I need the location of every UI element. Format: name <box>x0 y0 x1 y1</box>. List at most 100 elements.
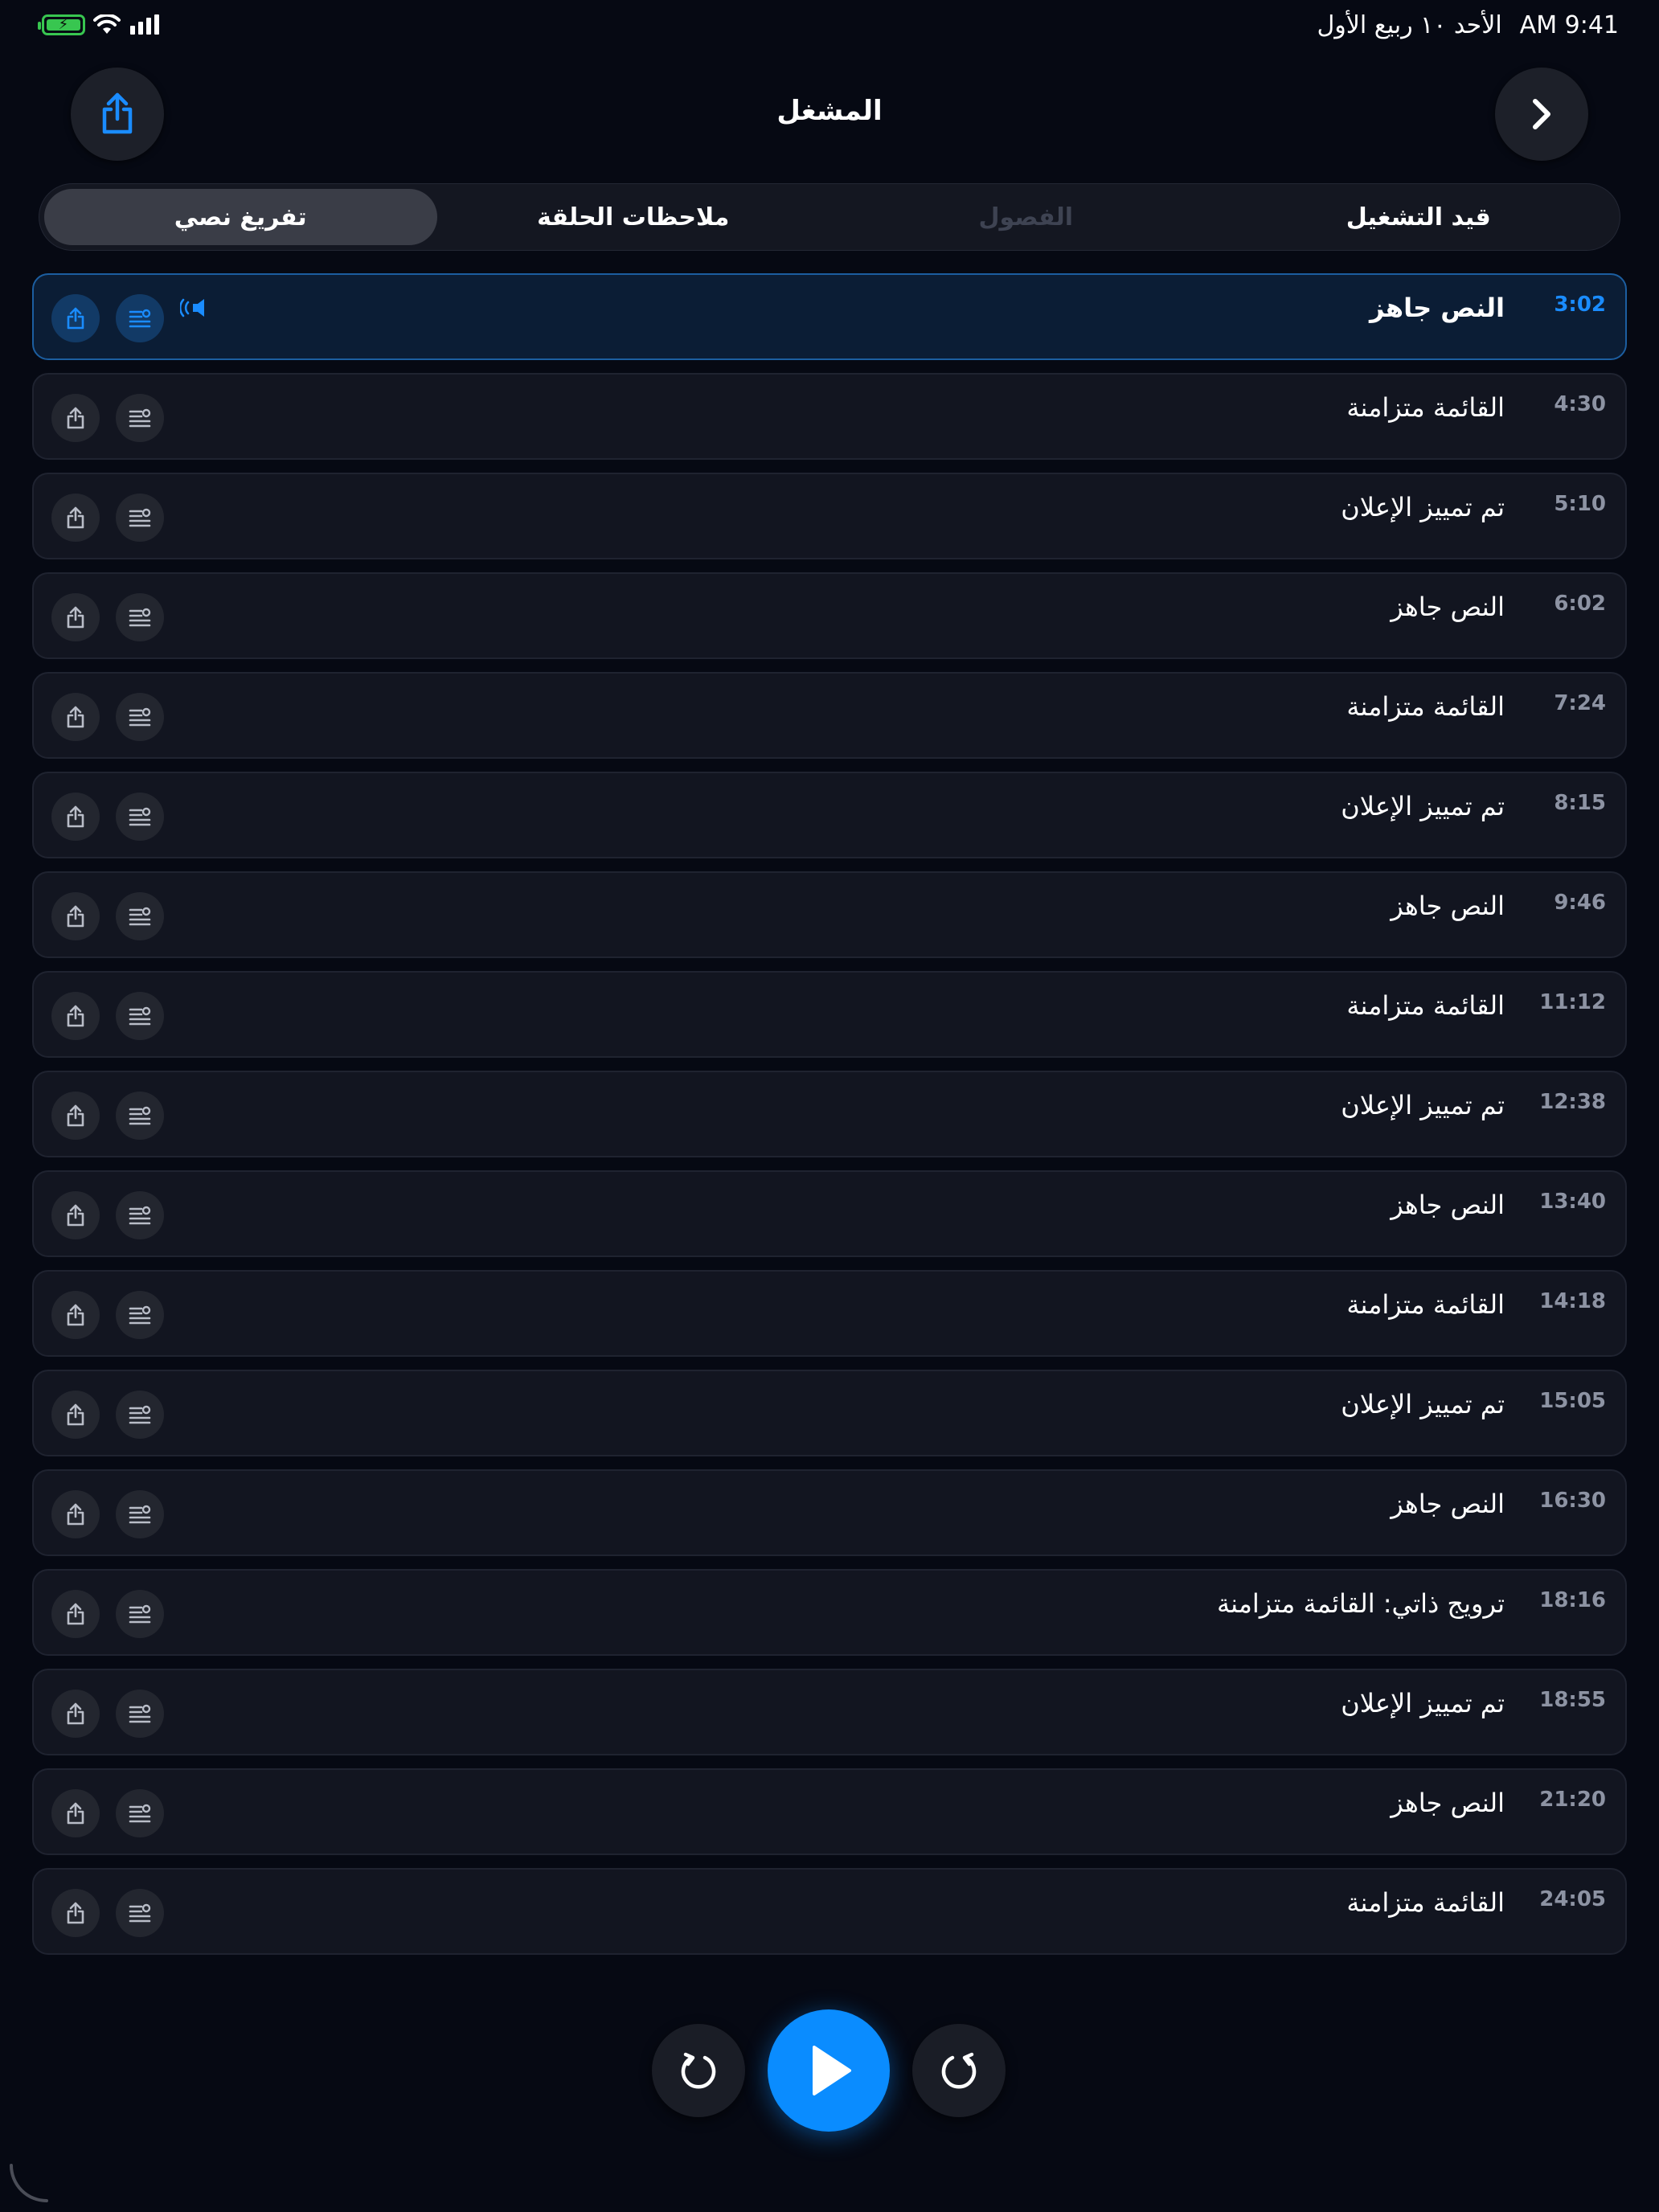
row-share-button[interactable] <box>51 1291 100 1339</box>
notes-list-icon <box>129 807 151 826</box>
transcript-row[interactable]: النص جاهز 9:46 <box>32 871 1627 958</box>
row-share-button[interactable] <box>51 494 100 542</box>
row-timestamp: 21:20 <box>1539 1788 1606 1812</box>
share-icon <box>67 1304 84 1326</box>
row-notes-button[interactable] <box>116 1291 164 1339</box>
row-notes-button[interactable] <box>116 394 164 442</box>
row-share-button[interactable] <box>51 294 100 342</box>
row-title: النص جاهز <box>1391 1190 1505 1220</box>
share-icon <box>67 407 84 429</box>
transcript-row[interactable]: تم تمييز الإعلان 8:15 <box>32 772 1627 858</box>
notes-list-icon <box>129 408 151 428</box>
row-share-button[interactable] <box>51 1789 100 1837</box>
row-title: النص جاهز <box>1391 1489 1505 1519</box>
row-title: النص جاهز <box>1391 891 1505 921</box>
share-icon <box>67 905 84 928</box>
row-timestamp: 3:02 <box>1554 293 1606 317</box>
row-title: تم تمييز الإعلان <box>1341 1090 1505 1120</box>
row-timestamp: 18:55 <box>1539 1688 1606 1712</box>
tab-transcript[interactable]: تفريغ نصي <box>44 189 437 245</box>
transcript-row[interactable]: ترويج ذاتي: القائمة متزامنة 18:16 <box>32 1569 1627 1656</box>
row-notes-button[interactable] <box>116 892 164 940</box>
status-time: 9:41 AM <box>1519 11 1619 39</box>
row-notes-button[interactable] <box>116 1690 164 1738</box>
row-share-button[interactable] <box>51 1092 100 1140</box>
row-title: القائمة متزامنة <box>1346 691 1505 722</box>
transcript-row[interactable]: تم تمييز الإعلان 18:55 <box>32 1669 1627 1755</box>
row-notes-button[interactable] <box>116 693 164 741</box>
transcript-row[interactable]: تم تمييز الإعلان 5:10 <box>32 473 1627 559</box>
row-share-button[interactable] <box>51 394 100 442</box>
status-bar: ⚡ 9:41 AM الأحد ١٠ ربيع الأول <box>0 0 1659 51</box>
share-icon <box>67 506 84 529</box>
status-icons: ⚡ <box>38 14 161 35</box>
row-timestamp: 12:38 <box>1539 1090 1606 1114</box>
row-notes-button[interactable] <box>116 1789 164 1837</box>
row-share-button[interactable] <box>51 892 100 940</box>
transcript-row[interactable]: النص جاهز 3:02 <box>32 273 1627 360</box>
row-title: ترويج ذاتي: القائمة متزامنة <box>1216 1588 1505 1619</box>
row-notes-button[interactable] <box>116 1391 164 1439</box>
row-title: القائمة متزامنة <box>1346 1887 1505 1918</box>
skip-back-icon <box>681 2052 716 2089</box>
row-notes-button[interactable] <box>116 593 164 641</box>
row-notes-button[interactable] <box>116 1191 164 1239</box>
row-share-button[interactable] <box>51 1490 100 1538</box>
row-notes-button[interactable] <box>116 992 164 1040</box>
transcript-row[interactable]: القائمة متزامنة 4:30 <box>32 373 1627 460</box>
row-timestamp: 5:10 <box>1554 492 1606 516</box>
row-notes-button[interactable] <box>116 1490 164 1538</box>
row-share-button[interactable] <box>51 593 100 641</box>
row-share-button[interactable] <box>51 1391 100 1439</box>
notes-list-icon <box>129 1405 151 1424</box>
notes-list-icon <box>129 1106 151 1125</box>
row-title: تم تمييز الإعلان <box>1341 1688 1505 1718</box>
tab-now-playing[interactable]: قيد التشغيل <box>1223 189 1616 245</box>
row-share-button[interactable] <box>51 1590 100 1638</box>
row-notes-button[interactable] <box>116 793 164 841</box>
notes-list-icon <box>129 907 151 926</box>
transcript-row[interactable]: القائمة متزامنة 11:12 <box>32 971 1627 1058</box>
transcript-row[interactable]: القائمة متزامنة 14:18 <box>32 1270 1627 1357</box>
row-share-button[interactable] <box>51 1889 100 1937</box>
notes-list-icon <box>129 1305 151 1325</box>
transcript-row[interactable]: القائمة متزامنة 7:24 <box>32 672 1627 759</box>
row-share-button[interactable] <box>51 793 100 841</box>
row-notes-button[interactable] <box>116 1092 164 1140</box>
back-button[interactable] <box>1495 68 1588 161</box>
row-notes-button[interactable] <box>116 294 164 342</box>
row-timestamp: 16:30 <box>1539 1489 1606 1513</box>
share-icon <box>67 1204 84 1227</box>
row-share-button[interactable] <box>51 1690 100 1738</box>
tab-episode-notes[interactable]: ملاحظات الحلقة <box>437 189 830 245</box>
transcript-row[interactable]: تم تمييز الإعلان 12:38 <box>32 1071 1627 1157</box>
row-notes-button[interactable] <box>116 1590 164 1638</box>
row-timestamp: 13:40 <box>1539 1190 1606 1214</box>
tab-chapters: الفصول <box>978 203 1074 231</box>
skip-forward-button[interactable] <box>912 2024 1006 2117</box>
skip-back-button[interactable] <box>652 2024 745 2117</box>
row-notes-button[interactable] <box>116 1889 164 1937</box>
page-title: المشغل <box>776 95 883 127</box>
transcript-row[interactable]: القائمة متزامنة 24:05 <box>32 1868 1627 1955</box>
notes-list-icon <box>129 1804 151 1823</box>
share-icon <box>67 1902 84 1924</box>
row-title: النص جاهز <box>1391 592 1505 622</box>
row-share-button[interactable] <box>51 1191 100 1239</box>
transcript-row[interactable]: النص جاهز 6:02 <box>32 572 1627 659</box>
status-time-date: 9:41 AM الأحد ١٠ ربيع الأول <box>1317 11 1619 39</box>
transcript-row[interactable]: تم تمييز الإعلان 15:05 <box>32 1370 1627 1456</box>
status-date: الأحد ١٠ ربيع الأول <box>1317 11 1502 39</box>
row-title: تم تمييز الإعلان <box>1341 791 1505 821</box>
row-timestamp: 9:46 <box>1554 891 1606 915</box>
row-share-button[interactable] <box>51 693 100 741</box>
skip-forward-icon <box>941 2052 977 2089</box>
row-title: القائمة متزامنة <box>1346 990 1505 1021</box>
row-share-button[interactable] <box>51 992 100 1040</box>
segmented-tabs: قيد التشغيل الفصول ملاحظات الحلقة تفريغ … <box>39 183 1620 251</box>
transcript-row[interactable]: النص جاهز 16:30 <box>32 1469 1627 1556</box>
transcript-row[interactable]: النص جاهز 21:20 <box>32 1768 1627 1855</box>
play-button[interactable] <box>768 2009 890 2132</box>
transcript-row[interactable]: النص جاهز 13:40 <box>32 1170 1627 1257</box>
row-notes-button[interactable] <box>116 494 164 542</box>
